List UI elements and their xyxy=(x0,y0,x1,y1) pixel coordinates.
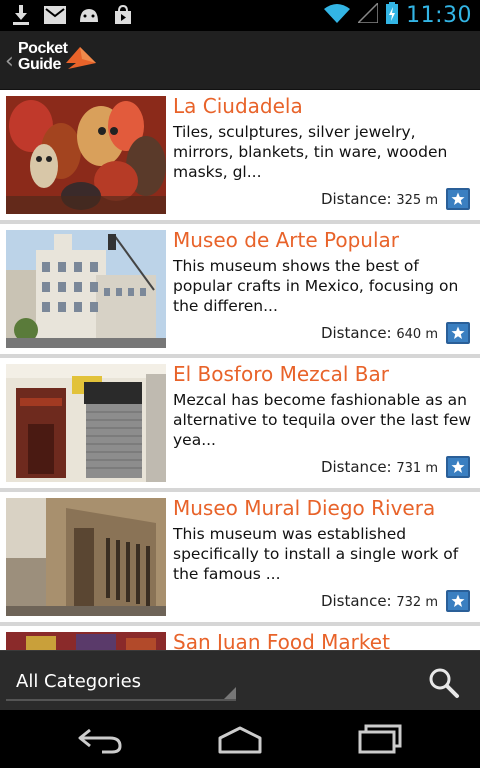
recent-apps-button[interactable] xyxy=(356,724,404,754)
favorite-star-button[interactable] xyxy=(446,188,470,210)
list-item[interactable]: El Bosforo Mezcal Bar Mezcal has become … xyxy=(0,358,480,488)
up-navigation-chevron-icon[interactable]: ‹ xyxy=(5,49,14,74)
place-thumbnail xyxy=(6,632,166,650)
category-selected: All Categories xyxy=(16,671,142,692)
place-thumbnail xyxy=(6,96,166,214)
back-arrow-icon xyxy=(78,728,122,754)
shopping-bag-icon xyxy=(112,4,134,26)
search-button[interactable] xyxy=(426,665,462,701)
system-navigation-bar xyxy=(0,710,480,768)
status-time: 11:30 xyxy=(406,2,472,28)
home-button[interactable] xyxy=(216,724,264,754)
action-bar: ‹ Pocket Guide xyxy=(0,31,480,90)
logo-text: Pocket Guide xyxy=(18,40,68,73)
home-icon xyxy=(218,726,262,754)
distance-value: 731 m xyxy=(396,461,438,476)
notification-icons xyxy=(10,4,134,26)
distance-label: Distance: xyxy=(320,592,392,610)
distance-value: 325 m xyxy=(396,193,438,208)
place-thumbnail xyxy=(6,230,166,348)
distance-label: Distance: xyxy=(320,458,392,476)
place-title[interactable]: El Bosforo Mezcal Bar xyxy=(173,362,389,386)
logo-arrow-icon xyxy=(66,47,96,69)
place-thumbnail xyxy=(6,498,166,616)
list-item[interactable]: Museo de Arte Popular This museum shows … xyxy=(0,224,480,354)
places-list[interactable]: La Ciudadela Tiles, sculptures, silver j… xyxy=(0,90,480,650)
favorite-star-button[interactable] xyxy=(446,590,470,612)
distance-label: Distance: xyxy=(320,190,392,208)
place-distance: Distance: 731 m xyxy=(321,458,438,476)
back-button[interactable] xyxy=(76,724,124,754)
place-distance: Distance: 325 m xyxy=(321,190,438,208)
spinner-caret-icon xyxy=(224,687,236,699)
pocket-guide-logo[interactable]: Pocket Guide xyxy=(18,41,108,81)
place-distance: Distance: 640 m xyxy=(321,324,438,342)
place-description: Tiles, sculptures, silver jewelry, mirro… xyxy=(173,123,448,181)
place-title[interactable]: La Ciudadela xyxy=(173,94,303,118)
signal-icon xyxy=(356,1,379,27)
star-icon xyxy=(451,192,465,205)
category-bar: All Categories xyxy=(0,650,480,710)
recent-apps-icon xyxy=(358,724,402,754)
favorite-star-button[interactable] xyxy=(446,322,470,344)
logo-line2: Guide xyxy=(18,56,61,73)
place-description: Mezcal has become fashionable as an alte… xyxy=(173,391,472,449)
star-icon xyxy=(451,326,465,339)
distance-value: 732 m xyxy=(396,595,438,610)
gmail-icon xyxy=(44,4,66,26)
place-title[interactable]: Museo Mural Diego Rivera xyxy=(173,496,435,520)
list-item[interactable]: La Ciudadela Tiles, sculptures, silver j… xyxy=(0,90,480,220)
favorite-star-button[interactable] xyxy=(446,456,470,478)
place-description: This museum was established specifically… xyxy=(173,525,459,583)
battery-icon xyxy=(386,2,399,28)
star-icon xyxy=(451,460,465,473)
place-title[interactable]: Museo de Arte Popular xyxy=(173,228,399,252)
logo-line1: Pocket xyxy=(18,40,68,57)
search-icon xyxy=(429,668,459,698)
screen: 11:30 ‹ Pocket Guide La Ciudadela Tiles,… xyxy=(0,0,480,768)
system-status: 11:30 xyxy=(324,1,472,28)
place-thumbnail xyxy=(6,364,166,482)
list-item[interactable]: Museo Mural Diego Rivera This museum was… xyxy=(0,492,480,622)
distance-value: 640 m xyxy=(396,327,438,342)
android-icon xyxy=(78,4,100,26)
distance-label: Distance: xyxy=(320,324,392,342)
list-item[interactable]: San Juan Food Market xyxy=(0,626,480,650)
place-distance: Distance: 732 m xyxy=(321,592,438,610)
star-icon xyxy=(451,594,465,607)
place-description: This museum shows the best of popular cr… xyxy=(173,257,459,315)
status-bar: 11:30 xyxy=(0,0,480,31)
category-spinner[interactable]: All Categories xyxy=(6,663,236,701)
wifi-icon xyxy=(324,3,351,27)
download-icon xyxy=(10,4,32,26)
place-title[interactable]: San Juan Food Market xyxy=(173,630,390,650)
